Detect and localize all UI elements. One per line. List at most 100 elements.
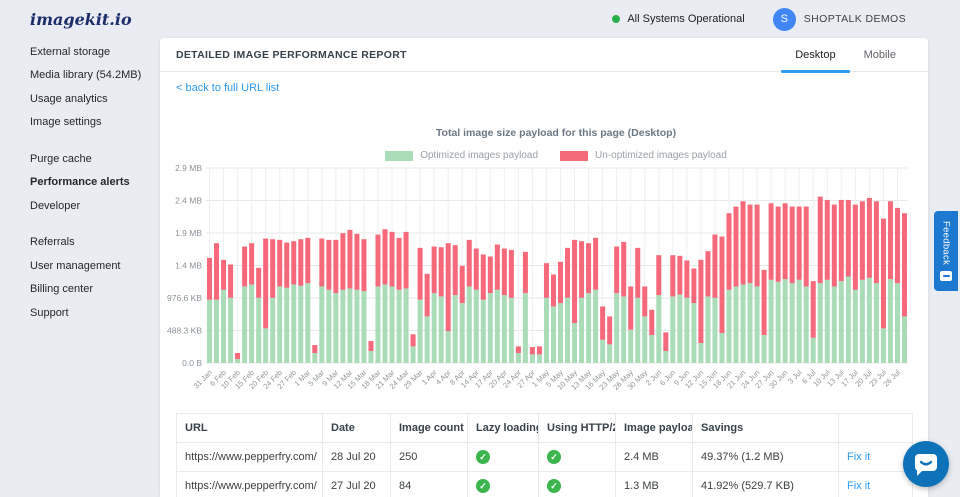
bar-optimized[interactable] (860, 280, 865, 363)
bar-unoptimized[interactable] (565, 248, 570, 298)
bar-optimized[interactable] (670, 296, 675, 363)
bar-optimized[interactable] (712, 298, 717, 363)
bar-optimized[interactable] (902, 316, 907, 363)
bar-unoptimized[interactable] (783, 203, 788, 279)
bar-optimized[interactable] (474, 290, 479, 363)
bar-unoptimized[interactable] (790, 207, 795, 284)
bar-unoptimized[interactable] (418, 248, 423, 300)
bar-unoptimized[interactable] (390, 232, 395, 287)
bar-unoptimized[interactable] (839, 200, 844, 281)
bar-unoptimized[interactable] (397, 238, 402, 290)
bar-optimized[interactable] (375, 286, 380, 363)
bar-optimized[interactable] (354, 290, 359, 363)
chat-launcher[interactable] (903, 441, 949, 487)
bar-optimized[interactable] (488, 293, 493, 363)
bar-unoptimized[interactable] (888, 201, 893, 279)
bar-unoptimized[interactable] (895, 208, 900, 283)
bar-unoptimized[interactable] (263, 239, 268, 329)
app-logo[interactable]: imagekit.io (30, 10, 132, 29)
bar-unoptimized[interactable] (846, 200, 851, 277)
sidebar-item-image-settings[interactable]: Image settings (30, 111, 160, 135)
bar-unoptimized[interactable] (404, 232, 409, 289)
bar-unoptimized[interactable] (467, 240, 472, 287)
bar-optimized[interactable] (256, 298, 261, 363)
bar-optimized[interactable] (284, 288, 289, 363)
bar-optimized[interactable] (361, 291, 366, 363)
bar-unoptimized[interactable] (256, 268, 261, 298)
bar-optimized[interactable] (439, 296, 444, 363)
bar-optimized[interactable] (502, 295, 507, 363)
bar-optimized[interactable] (649, 335, 654, 363)
bar-optimized[interactable] (762, 335, 767, 363)
bar-optimized[interactable] (684, 298, 689, 363)
bar-unoptimized[interactable] (235, 353, 240, 359)
bar-optimized[interactable] (453, 295, 458, 363)
bar-optimized[interactable] (614, 293, 619, 363)
bar-unoptimized[interactable] (375, 235, 380, 287)
bar-unoptimized[interactable] (804, 207, 809, 287)
bar-unoptimized[interactable] (361, 239, 366, 291)
bar-unoptimized[interactable] (811, 281, 816, 338)
bar-unoptimized[interactable] (411, 334, 416, 346)
bar-optimized[interactable] (221, 290, 226, 363)
sidebar-item-performance-alerts[interactable]: Performance alerts (30, 171, 160, 195)
bar-optimized[interactable] (509, 298, 514, 363)
sidebar-item-referrals[interactable]: Referrals (30, 231, 160, 255)
bar-optimized[interactable] (839, 281, 844, 363)
bar-optimized[interactable] (418, 300, 423, 363)
bar-unoptimized[interactable] (726, 213, 731, 290)
bar-optimized[interactable] (516, 353, 521, 363)
bar-optimized[interactable] (319, 286, 324, 363)
bar-optimized[interactable] (677, 294, 682, 363)
bar-unoptimized[interactable] (270, 239, 275, 298)
bar-unoptimized[interactable] (719, 237, 724, 334)
bar-unoptimized[interactable] (867, 198, 872, 278)
bar-optimized[interactable] (663, 351, 668, 363)
bar-optimized[interactable] (460, 303, 465, 363)
bar-optimized[interactable] (544, 298, 549, 363)
bar-unoptimized[interactable] (544, 263, 549, 298)
bar-unoptimized[interactable] (284, 243, 289, 288)
bar-unoptimized[interactable] (818, 197, 823, 284)
bar-unoptimized[interactable] (481, 255, 486, 300)
bar-optimized[interactable] (214, 300, 219, 363)
bar-optimized[interactable] (242, 286, 247, 363)
bar-optimized[interactable] (277, 286, 282, 363)
bar-optimized[interactable] (530, 354, 535, 363)
bar-unoptimized[interactable] (425, 274, 430, 317)
bar-unoptimized[interactable] (368, 341, 373, 351)
bar-unoptimized[interactable] (537, 346, 542, 354)
bar-optimized[interactable] (383, 284, 388, 363)
bar-unoptimized[interactable] (832, 205, 837, 287)
bar-optimized[interactable] (804, 286, 809, 363)
bar-unoptimized[interactable] (319, 239, 324, 287)
bar-optimized[interactable] (523, 293, 528, 363)
bar-optimized[interactable] (312, 353, 317, 363)
bar-unoptimized[interactable] (502, 249, 507, 296)
feedback-tab[interactable]: Feedback (934, 211, 958, 291)
bar-unoptimized[interactable] (509, 250, 514, 298)
bar-unoptimized[interactable] (755, 205, 760, 287)
bar-unoptimized[interactable] (874, 201, 879, 283)
bar-optimized[interactable] (874, 283, 879, 363)
bar-unoptimized[interactable] (642, 286, 647, 316)
bar-optimized[interactable] (888, 279, 893, 363)
bar-unoptimized[interactable] (446, 243, 451, 331)
system-status[interactable]: All Systems Operational (612, 13, 744, 25)
account-menu[interactable]: S SHOPTALK DEMOS (773, 8, 906, 31)
bar-optimized[interactable] (390, 286, 395, 363)
bar-unoptimized[interactable] (551, 274, 556, 306)
bar-optimized[interactable] (586, 293, 591, 363)
tab-desktop[interactable]: Desktop (781, 38, 849, 72)
bar-unoptimized[interactable] (663, 332, 668, 351)
bar-optimized[interactable] (635, 298, 640, 363)
bar-optimized[interactable] (404, 288, 409, 363)
bar-optimized[interactable] (628, 330, 633, 363)
sidebar-item-billing-center[interactable]: Billing center (30, 278, 160, 302)
bar-optimized[interactable] (263, 328, 268, 363)
bar-unoptimized[interactable] (621, 242, 626, 297)
bar-unoptimized[interactable] (614, 247, 619, 294)
bar-unoptimized[interactable] (523, 252, 528, 293)
bar-optimized[interactable] (411, 346, 416, 363)
bar-optimized[interactable] (621, 296, 626, 363)
